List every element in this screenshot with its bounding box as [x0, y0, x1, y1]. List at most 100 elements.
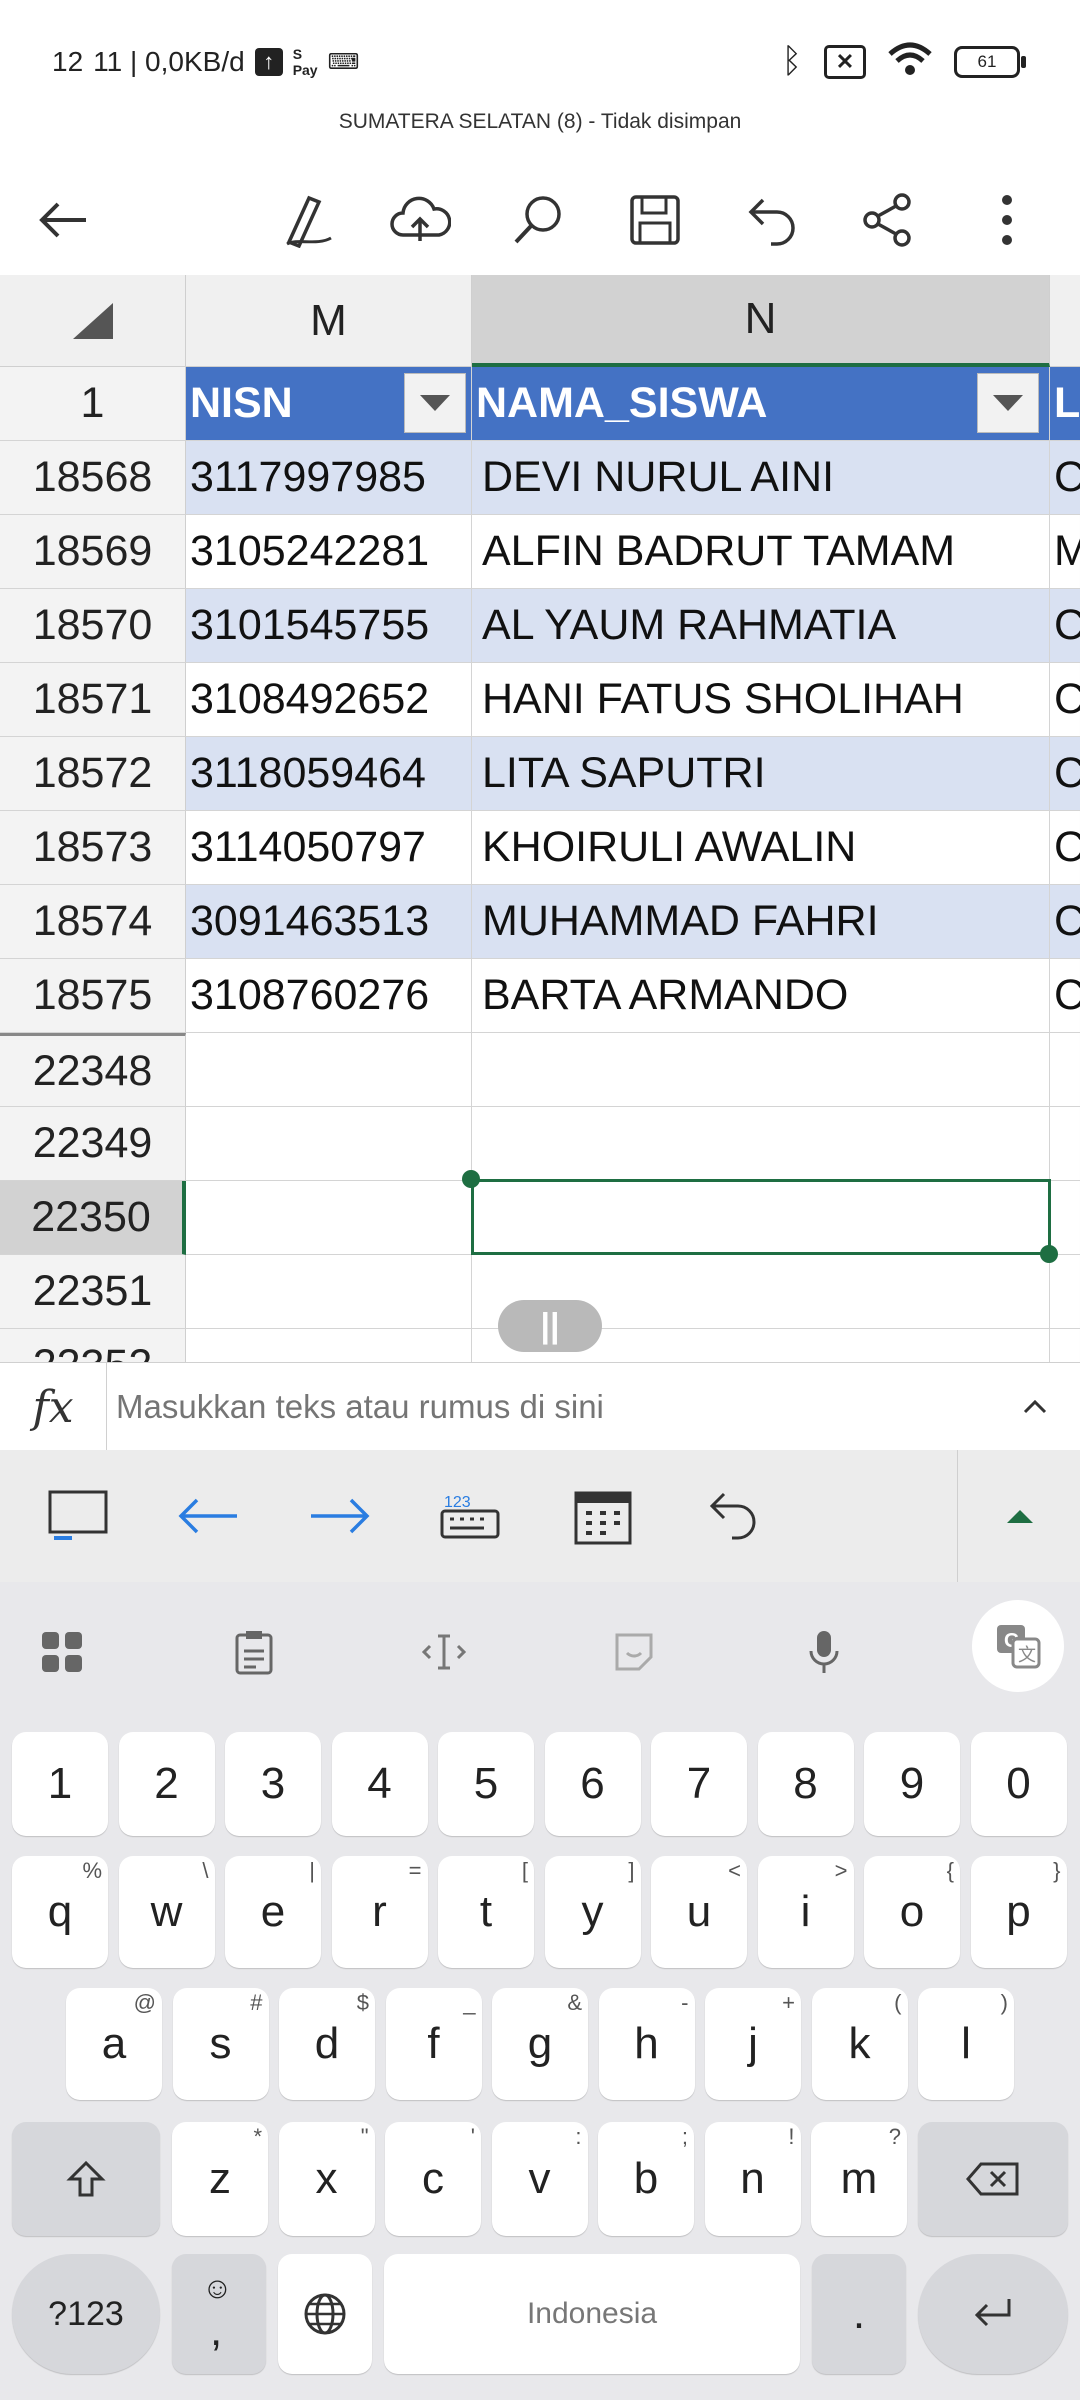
number-key[interactable]: 4	[331, 1732, 428, 1836]
letter-key-c[interactable]: c '	[385, 2122, 481, 2236]
space-key[interactable]: Indonesia	[384, 2254, 800, 2374]
row-header[interactable]: 18574	[0, 885, 186, 959]
cell-nama-siswa[interactable]: ALFIN BADRUT TAMAM	[472, 515, 1050, 589]
letter-key-p[interactable]: p }	[970, 1856, 1067, 1968]
translate-button[interactable]: G文	[972, 1600, 1064, 1692]
cell-nama-siswa[interactable]: DEVI NURUL AINI	[472, 441, 1050, 515]
cell-partial[interactable]: C	[1050, 959, 1080, 1033]
draw-button[interactable]	[272, 185, 342, 255]
table-header-nama-siswa[interactable]: NAMA_SISWA	[472, 367, 1050, 441]
apps-grid-button[interactable]	[22, 1612, 102, 1692]
letter-key-e[interactable]: e |	[225, 1856, 321, 1968]
empty-cell[interactable]	[472, 1033, 1050, 1107]
move-left-button[interactable]	[170, 1478, 246, 1554]
letter-key-y[interactable]: y ]	[544, 1856, 641, 1968]
undo-button[interactable]	[738, 185, 808, 255]
letter-key-z[interactable]: z *	[172, 2122, 268, 2236]
letter-key-r[interactable]: r =	[331, 1856, 428, 1968]
row-header[interactable]: 22352	[0, 1329, 186, 1362]
column-header-n[interactable]: N	[472, 275, 1050, 367]
letter-key-d[interactable]: d $	[279, 1988, 375, 2100]
back-button[interactable]	[28, 185, 98, 255]
backspace-key[interactable]	[918, 2122, 1068, 2236]
row-header[interactable]: 1	[0, 367, 186, 441]
cell-nama-siswa[interactable]: BARTA ARMANDO	[472, 959, 1050, 1033]
cell-partial[interactable]: M	[1050, 515, 1080, 589]
row-header[interactable]: 22351	[0, 1255, 186, 1329]
empty-cell[interactable]	[1050, 1255, 1080, 1329]
number-key[interactable]: 0	[970, 1732, 1067, 1836]
numeric-keyboard-button[interactable]: 123	[432, 1478, 508, 1554]
select-all-corner[interactable]	[0, 275, 186, 367]
letter-key-t[interactable]: t [	[438, 1856, 534, 1968]
filter-dropdown-nama-siswa[interactable]	[977, 373, 1039, 433]
empty-cell[interactable]	[186, 1033, 472, 1107]
letter-key-n[interactable]: n !	[704, 2122, 801, 2236]
share-button[interactable]	[853, 185, 923, 255]
letter-key-m[interactable]: m ?	[811, 2122, 907, 2236]
empty-cell[interactable]	[186, 1255, 472, 1329]
cell-nama-siswa[interactable]: AL YAUM RAHMATIA	[472, 589, 1050, 663]
empty-cell[interactable]	[186, 1107, 472, 1181]
number-key[interactable]: 8	[757, 1732, 854, 1836]
number-key[interactable]: 7	[651, 1732, 747, 1836]
cell-partial[interactable]: C	[1050, 737, 1080, 811]
period-key[interactable]: .	[812, 2254, 906, 2374]
letter-key-j[interactable]: j +	[705, 1988, 801, 2100]
cell-nisn[interactable]: 3091463513	[186, 885, 472, 959]
cell-nisn[interactable]: 3118059464	[186, 737, 472, 811]
expand-formula-button[interactable]	[1015, 1387, 1055, 1427]
cell-nisn[interactable]: 3117997985	[186, 441, 472, 515]
row-header[interactable]: 18568	[0, 441, 186, 515]
cell-nisn[interactable]: 3105242281	[186, 515, 472, 589]
cell-nisn[interactable]: 3108492652	[186, 663, 472, 737]
number-key[interactable]: 6	[544, 1732, 641, 1836]
move-right-button[interactable]	[302, 1478, 378, 1554]
letter-key-b[interactable]: b ;	[598, 2122, 694, 2236]
row-header[interactable]: 22348	[0, 1033, 186, 1107]
selected-cell-range[interactable]	[471, 1179, 1051, 1255]
formula-input[interactable]	[114, 1373, 978, 1441]
cell-nama-siswa[interactable]: KHOIRULI AWALIN	[472, 811, 1050, 885]
letter-key-a[interactable]: a @	[66, 1988, 162, 2100]
selection-handle-end[interactable]	[1040, 1245, 1058, 1263]
row-header[interactable]: 22349	[0, 1107, 186, 1181]
text-cursor-button[interactable]	[404, 1612, 484, 1692]
empty-cell[interactable]	[472, 1107, 1050, 1181]
letter-key-i[interactable]: i >	[757, 1856, 854, 1968]
number-key[interactable]: 5	[438, 1732, 534, 1836]
sticker-button[interactable]	[594, 1612, 674, 1692]
keyboard-undo-button[interactable]	[697, 1478, 773, 1554]
number-key[interactable]: 9	[864, 1732, 960, 1836]
scroll-handle[interactable]: ||	[498, 1300, 602, 1352]
hide-keyboard-button[interactable]	[40, 1478, 116, 1554]
shift-key[interactable]	[12, 2122, 160, 2236]
row-header[interactable]: 18573	[0, 811, 186, 885]
table-header-nisn[interactable]: NISN	[186, 367, 472, 441]
enter-key[interactable]	[918, 2254, 1068, 2374]
cell-partial[interactable]: C	[1050, 663, 1080, 737]
letter-key-h[interactable]: h -	[598, 1988, 695, 2100]
letter-key-w[interactable]: w \	[118, 1856, 215, 1968]
cell-partial[interactable]: C	[1050, 589, 1080, 663]
expand-toolbar-button[interactable]	[985, 1486, 1055, 1546]
empty-cell[interactable]	[186, 1181, 472, 1255]
empty-cell[interactable]	[1050, 1033, 1080, 1107]
empty-cell[interactable]	[186, 1329, 472, 1362]
empty-cell[interactable]	[1050, 1181, 1080, 1255]
selection-handle-start[interactable]	[462, 1170, 480, 1188]
emoji-comma-key[interactable]: ☺ ,	[172, 2254, 266, 2374]
row-header[interactable]: 22350	[0, 1181, 186, 1255]
letter-key-l[interactable]: l )	[918, 1988, 1014, 2100]
cell-nisn[interactable]: 3101545755	[186, 589, 472, 663]
letter-key-q[interactable]: q %	[12, 1856, 108, 1968]
cloud-save-button[interactable]	[385, 185, 455, 255]
save-button[interactable]	[620, 185, 690, 255]
row-header[interactable]: 18575	[0, 959, 186, 1033]
cell-nama-siswa[interactable]: HANI FATUS SHOLIHAH	[472, 663, 1050, 737]
cell-nama-siswa[interactable]: LITA SAPUTRI	[472, 737, 1050, 811]
letter-key-k[interactable]: k (	[811, 1988, 908, 2100]
letter-key-x[interactable]: x "	[278, 2122, 375, 2236]
row-header[interactable]: 18569	[0, 515, 186, 589]
row-header[interactable]: 18571	[0, 663, 186, 737]
